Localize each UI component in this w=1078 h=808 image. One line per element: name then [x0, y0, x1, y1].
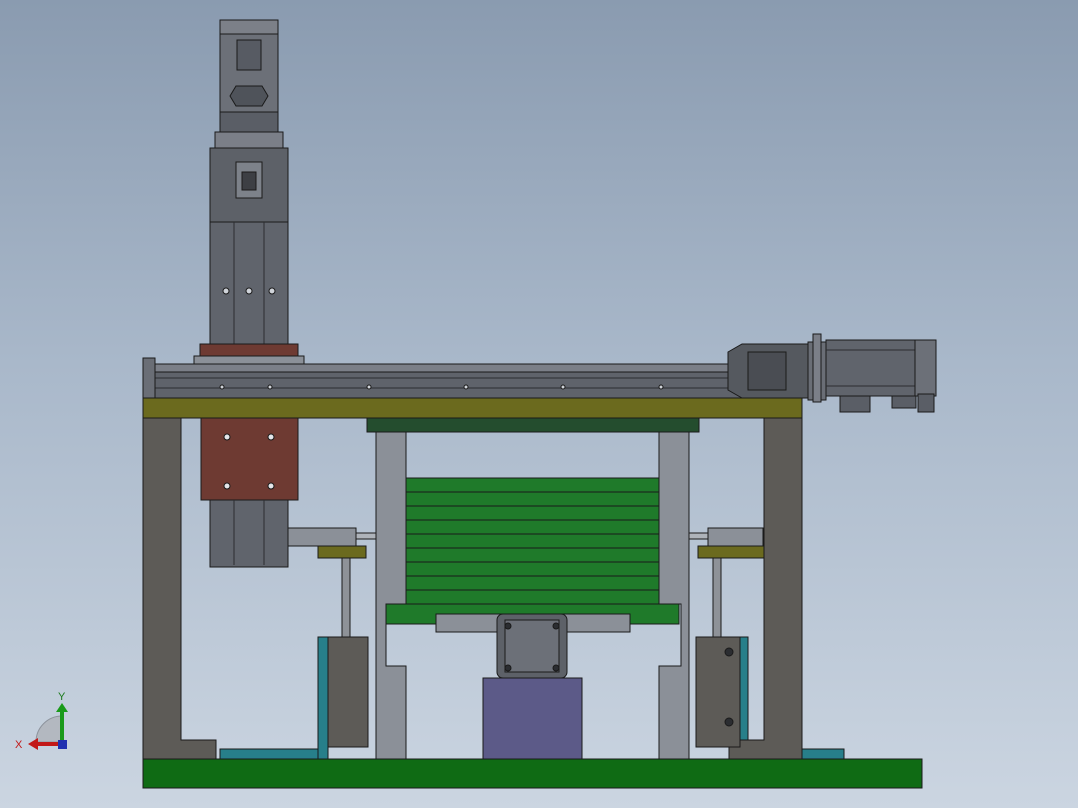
magazine-right-column[interactable]: [658, 431, 690, 760]
stacked-plate: [405, 533, 660, 549]
y-axis-arrowhead: [56, 703, 68, 712]
flange-bolt: [552, 622, 560, 630]
stacked-plate: [405, 491, 660, 507]
motor-nameplate: [229, 85, 269, 107]
rail-end-cap-left: [142, 357, 156, 399]
stacked-plate: [405, 589, 660, 605]
vertical-rail-upper[interactable]: [209, 221, 289, 345]
magazine-left-column[interactable]: [375, 431, 407, 760]
z-axis-marker: [58, 740, 67, 749]
vertical-adapter-block[interactable]: [200, 417, 299, 501]
rail-screw-hole: [463, 384, 469, 390]
x-axis-label: X: [15, 739, 23, 751]
adapter-screw-hole: [267, 482, 275, 490]
x-axis-arrowhead: [28, 738, 38, 750]
stacked-plate: [405, 519, 660, 535]
right-support-plate[interactable]: [697, 545, 765, 559]
top-mounting-plate[interactable]: [142, 397, 803, 419]
left-guide-rod: [341, 557, 351, 639]
adapter-screw-hole: [223, 482, 231, 490]
adapter-screw-hole: [223, 433, 231, 441]
right-guide-rod: [712, 557, 722, 639]
left-cylinder-block[interactable]: [327, 636, 369, 748]
lift-gearbox-block[interactable]: [482, 677, 583, 760]
vertical-rail-lower[interactable]: [209, 499, 289, 568]
rail-screw-hole: [560, 384, 566, 390]
rail-screw-hole: [366, 384, 372, 390]
cad-viewport[interactable]: Y X: [0, 0, 1078, 808]
vertical-motor-flange[interactable]: [214, 131, 284, 149]
stacked-plate: [405, 561, 660, 577]
vertical-rail-screw-hole: [245, 287, 253, 295]
y-axis-label: Y: [58, 691, 66, 703]
cylinder-port: [724, 647, 734, 657]
stacked-plate: [405, 575, 660, 591]
machine-assembly-drawing: Y X: [15, 19, 937, 789]
right-cylinder-block[interactable]: [695, 636, 741, 748]
cylinder-port: [724, 717, 734, 727]
magazine-top-bar[interactable]: [366, 417, 700, 433]
motor-connector: [891, 395, 917, 409]
vertical-rail-screw-hole: [222, 287, 230, 295]
rail-screw-hole: [658, 384, 664, 390]
left-cylinder-arm[interactable]: [287, 527, 357, 547]
vertical-rail-screw-hole: [268, 287, 276, 295]
rail-screw-hole: [219, 384, 225, 390]
left-floor-bracket[interactable]: [219, 748, 329, 760]
stacked-plate: [405, 505, 660, 521]
adapter-screw-hole: [267, 433, 275, 441]
stacked-plate: [405, 477, 660, 493]
rail-screw-hole: [267, 384, 273, 390]
motor-connector: [839, 395, 871, 413]
stacked-workpieces[interactable]: [405, 477, 660, 605]
left-support-plate[interactable]: [317, 545, 367, 559]
base-plate[interactable]: [142, 758, 923, 789]
stacked-plate: [405, 547, 660, 563]
flange-bolt: [504, 622, 512, 630]
flange-bolt: [504, 664, 512, 672]
flange-bolt: [552, 664, 560, 672]
motor-connector: [917, 393, 935, 413]
view-rotation-arc-icon: [35, 715, 63, 743]
right-cylinder-arm[interactable]: [707, 527, 764, 547]
coordinate-triad-icon: Y X: [15, 691, 68, 751]
left-bracket-upright[interactable]: [317, 636, 329, 760]
